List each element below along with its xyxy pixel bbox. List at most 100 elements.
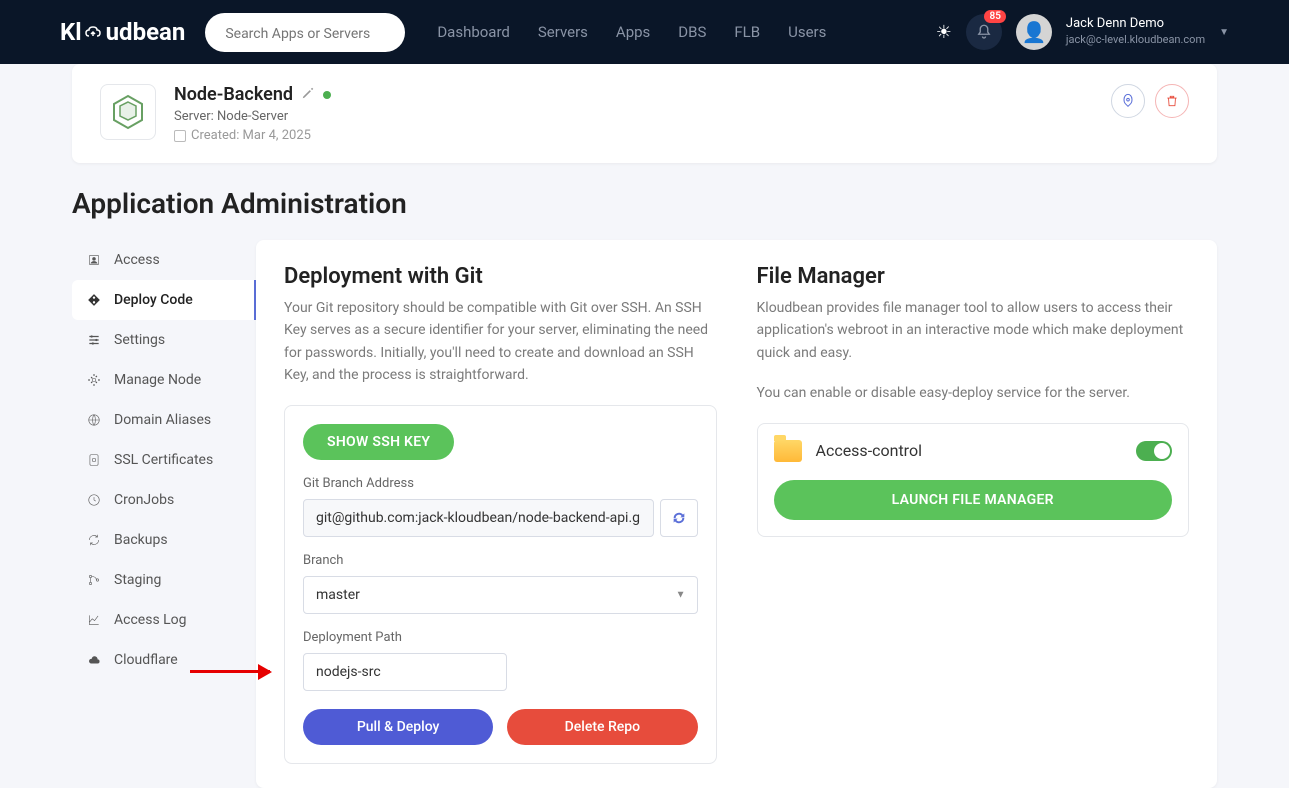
app-created-text: Created: Mar 4, 2025 <box>191 128 311 143</box>
cloud-icon <box>84 24 104 40</box>
status-dot <box>323 91 331 99</box>
app-created: Created: Mar 4, 2025 <box>174 128 1093 143</box>
page-title: Application Administration <box>72 187 1217 220</box>
deploy-path-label: Deployment Path <box>303 630 698 645</box>
trash-icon <box>1165 94 1179 108</box>
branch-icon <box>86 573 102 587</box>
sidebar-item-label: Domain Aliases <box>114 412 211 428</box>
sidebar-item-access[interactable]: Access <box>72 240 256 280</box>
git-desc: Your Git repository should be compatible… <box>284 297 717 387</box>
sidebar-item-label: Staging <box>114 572 161 588</box>
bell-icon <box>975 23 993 41</box>
fm-desc2: You can enable or disable easy-deploy se… <box>757 382 1190 404</box>
edit-icon[interactable] <box>301 85 315 104</box>
branch-addr-label: Git Branch Address <box>303 476 698 491</box>
nav-servers[interactable]: Servers <box>538 23 588 41</box>
access-control-toggle[interactable] <box>1136 441 1172 461</box>
sidebar-item-domain-aliases[interactable]: Domain Aliases <box>72 400 256 440</box>
access-control-label: Access-control <box>816 441 922 460</box>
topbar-right: ☀ 85 👤 Jack Denn Demo jack@c-level.kloud… <box>936 14 1229 50</box>
sidebar-item-access-log[interactable]: Access Log <box>72 600 256 640</box>
sidebar-item-label: Manage Node <box>114 372 201 388</box>
chevron-down-icon[interactable]: ▼ <box>1219 27 1229 38</box>
nav-flb[interactable]: FLB <box>734 23 760 41</box>
sync-icon <box>671 510 687 526</box>
nav-apps[interactable]: Apps <box>616 23 650 41</box>
chart-icon <box>86 613 102 627</box>
theme-toggle-icon[interactable]: ☀ <box>936 22 952 43</box>
sidebar-item-label: Access <box>114 252 160 268</box>
sidebar-item-label: CronJobs <box>114 492 174 508</box>
app-title: Node-Backend <box>174 84 293 105</box>
gear-icon <box>86 373 102 387</box>
app-meta: Node-Backend Server: Node-Server Created… <box>174 84 1093 143</box>
notification-badge: 85 <box>984 10 1005 23</box>
branch-label: Branch <box>303 553 698 568</box>
app-actions <box>1111 84 1189 118</box>
sliders-icon <box>86 333 102 347</box>
rocket-button[interactable] <box>1111 84 1145 118</box>
nav-users[interactable]: Users <box>788 23 826 41</box>
sidebar-item-label: Backups <box>114 532 168 548</box>
user-icon <box>86 253 102 267</box>
nodejs-icon <box>112 94 144 130</box>
sidebar-item-label: Cloudflare <box>114 652 178 668</box>
fm-title: File Manager <box>757 264 1190 289</box>
sidebar-item-manage-node[interactable]: Manage Node <box>72 360 256 400</box>
sidebar-item-label: Settings <box>114 332 165 348</box>
sidebar-item-ssl[interactable]: SSL Certificates <box>72 440 256 480</box>
avatar[interactable]: 👤 <box>1016 14 1052 50</box>
fm-desc1: Kloudbean provides file manager tool to … <box>757 297 1190 364</box>
search-input[interactable] <box>225 26 385 42</box>
refresh-repo-button[interactable] <box>660 499 698 537</box>
branch-select[interactable] <box>303 576 698 614</box>
nav-links: Dashboard Servers Apps DBS FLB Users <box>437 23 826 41</box>
nav-dbs[interactable]: DBS <box>678 23 706 41</box>
delete-button[interactable] <box>1155 84 1189 118</box>
clock-icon <box>86 493 102 507</box>
nav-dashboard[interactable]: Dashboard <box>437 23 510 41</box>
git-title: Deployment with Git <box>284 264 717 289</box>
deploy-path-input[interactable] <box>303 653 507 691</box>
calendar-icon <box>174 130 186 142</box>
branch-addr-input[interactable] <box>303 499 654 537</box>
cloud-icon <box>86 653 102 667</box>
git-form: SHOW SSH KEY Git Branch Address Branch ▼… <box>284 405 717 764</box>
main-panel: Deployment with Git Your Git repository … <box>256 240 1217 788</box>
file-manager-column: File Manager Kloudbean provides file man… <box>757 264 1190 764</box>
delete-repo-button[interactable]: Delete Repo <box>507 709 697 745</box>
show-ssh-key-button[interactable]: SHOW SSH KEY <box>303 424 454 460</box>
sidebar-item-cronjobs[interactable]: CronJobs <box>72 480 256 520</box>
rocket-icon <box>1120 93 1136 109</box>
git-column: Deployment with Git Your Git repository … <box>284 264 717 764</box>
launch-file-manager-button[interactable]: LAUNCH FILE MANAGER <box>774 480 1173 520</box>
user-info[interactable]: Jack Denn Demo jack@c-level.kloudbean.co… <box>1066 16 1205 47</box>
app-server-label: Server: Node-Server <box>174 109 1093 124</box>
user-name: Jack Denn Demo <box>1066 16 1205 33</box>
sidebar-item-settings[interactable]: Settings <box>72 320 256 360</box>
sidebar-item-label: Access Log <box>114 612 187 628</box>
globe-icon <box>86 413 102 427</box>
sidebar-item-deploy-code[interactable]: Deploy Code <box>72 280 256 320</box>
search-box[interactable] <box>205 13 405 52</box>
sidebar: Access Deploy Code Settings Manage Node … <box>72 240 256 680</box>
fm-box: Access-control LAUNCH FILE MANAGER <box>757 423 1190 537</box>
sidebar-item-label: Deploy Code <box>114 292 193 308</box>
sidebar-item-staging[interactable]: Staging <box>72 560 256 600</box>
topbar: Kludbean Dashboard Servers Apps DBS FLB … <box>0 0 1289 64</box>
git-icon <box>86 293 102 307</box>
user-email: jack@c-level.kloudbean.com <box>1066 33 1205 47</box>
sidebar-item-label: SSL Certificates <box>114 452 213 468</box>
sidebar-item-backups[interactable]: Backups <box>72 520 256 560</box>
refresh-icon <box>86 533 102 547</box>
content: Node-Backend Server: Node-Server Created… <box>0 64 1289 788</box>
logo[interactable]: Kludbean <box>60 18 185 46</box>
app-icon <box>100 84 156 140</box>
app-header-card: Node-Backend Server: Node-Server Created… <box>72 64 1217 163</box>
folder-icon <box>774 440 802 462</box>
layout: Access Deploy Code Settings Manage Node … <box>72 240 1217 788</box>
pull-deploy-button[interactable]: Pull & Deploy <box>303 709 493 745</box>
sidebar-item-cloudflare[interactable]: Cloudflare <box>72 640 256 680</box>
certificate-icon <box>86 453 102 467</box>
notifications-button[interactable]: 85 <box>966 14 1002 50</box>
